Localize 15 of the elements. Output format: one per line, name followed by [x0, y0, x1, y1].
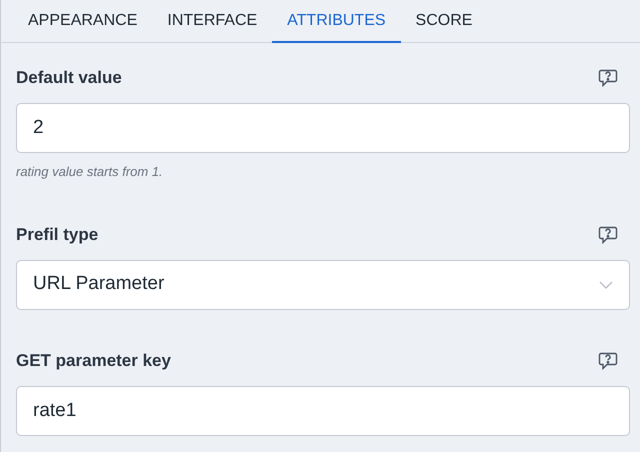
help-icon[interactable]	[598, 69, 618, 87]
field-label: Default value	[16, 67, 122, 90]
text-field[interactable]: rate1	[16, 386, 630, 436]
help-icon[interactable]	[598, 352, 618, 370]
chevron-down-icon	[599, 280, 613, 288]
tab[interactable]: INTERFACE	[152, 0, 272, 43]
tab[interactable]: APPEARANCE	[13, 0, 152, 43]
tab[interactable]: SCORE	[400, 0, 488, 43]
field-label: GET parameter key	[16, 350, 171, 372]
tab[interactable]: ATTRIBUTES	[272, 0, 401, 43]
text-field[interactable]: 2	[16, 103, 630, 153]
field-label: Prefil type	[16, 224, 98, 246]
help-icon[interactable]	[598, 226, 618, 244]
hint-text: rating value starts from 1.	[16, 163, 164, 181]
select-field[interactable]: URL Parameter	[16, 260, 630, 310]
